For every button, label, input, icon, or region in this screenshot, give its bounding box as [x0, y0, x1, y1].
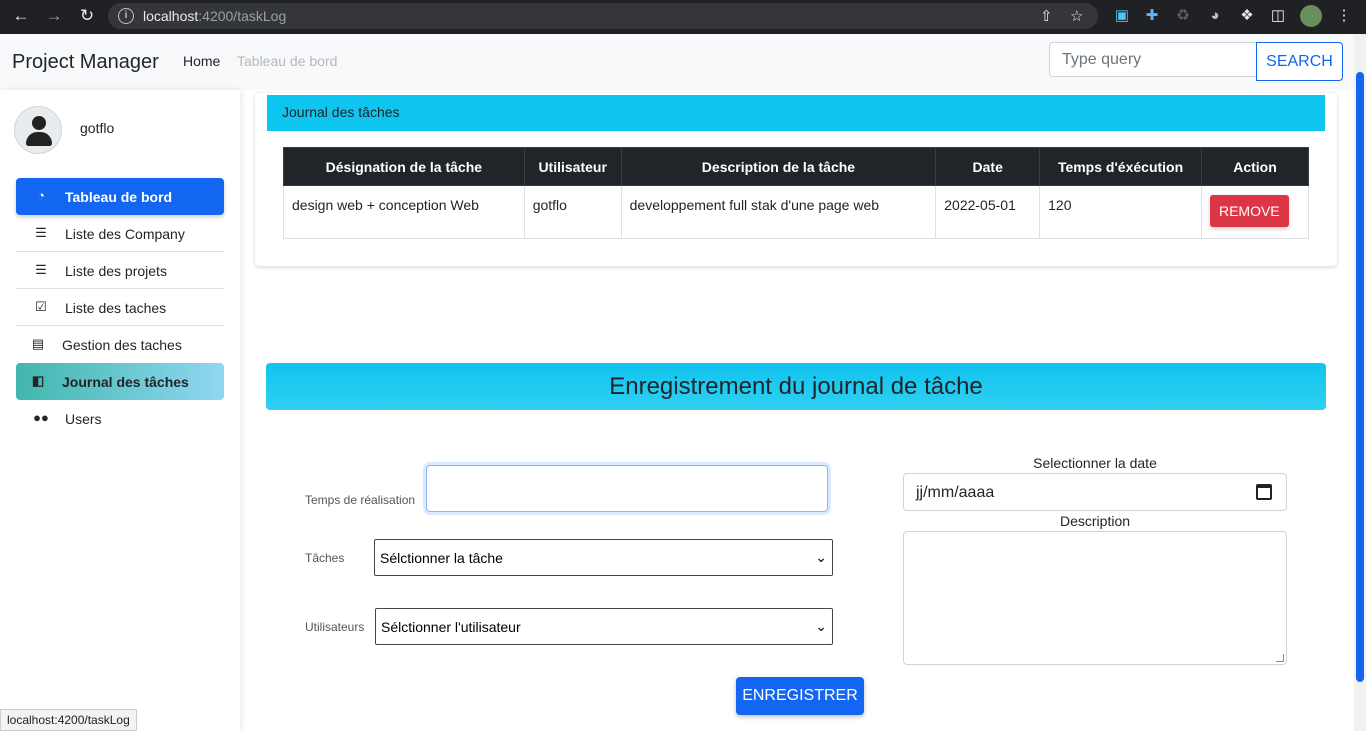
sidebar-item-label: Tableau de bord [65, 189, 173, 205]
username: gotflo [80, 120, 115, 136]
sidebar-item-projects[interactable]: ☰ Liste des projets [16, 252, 224, 289]
user-select-value: Sélctionner l'utilisateur [381, 619, 521, 635]
back-arrow-icon[interactable]: ← [10, 5, 32, 27]
task-log-table: Désignation de la tâche Utilisateur Desc… [283, 147, 1310, 239]
book-icon: ◧ [31, 373, 45, 388]
description-textarea[interactable] [903, 531, 1287, 665]
checklist-icon: ☑ [35, 299, 47, 314]
time-label: Temps de réalisation [305, 493, 416, 507]
calendar-icon[interactable] [1256, 484, 1272, 500]
resize-grip-icon[interactable] [1276, 654, 1284, 662]
sidebar-item-companies[interactable]: ☰ Liste des Company [16, 215, 224, 252]
gauge-icon: ◔ [37, 188, 45, 203]
app-navbar: Project Manager Home Tableau de bord SEA… [0, 34, 1366, 90]
url-text: localhost:4200/taskLog [143, 8, 287, 24]
sidebar-item-label: Users [65, 411, 102, 427]
list-icon: ☰ [35, 262, 47, 277]
user-select[interactable]: Sélctionner l'utilisateur ⌄ [375, 608, 833, 645]
sidebar-item-label: Gestion des taches [62, 337, 182, 353]
sidebar-item-dashboard[interactable]: ◔ Tableau de bord [16, 178, 224, 215]
extension-icon[interactable]: ✚ [1142, 6, 1162, 26]
users-icon: ●● [33, 410, 49, 425]
user-label: Utilisateurs [305, 620, 365, 634]
sidebar-item-label: Liste des taches [65, 300, 167, 316]
sidebar-item-label: Liste des Company [65, 226, 185, 242]
column-header: Utilisateur [523, 147, 622, 186]
cell-user: gotflo [523, 185, 622, 239]
page-scrollbar[interactable] [1354, 34, 1366, 731]
nav-link-home[interactable]: Home [183, 53, 220, 69]
sidebar-item-users[interactable]: ●● Users [16, 400, 224, 437]
date-input[interactable]: jj/mm/aaaa [903, 473, 1287, 511]
recycle-extension-icon[interactable]: ♻ [1173, 6, 1193, 26]
save-button[interactable]: ENREGISTRER [736, 677, 864, 715]
sidebar-item-tasks[interactable]: ☑ Liste des taches [16, 289, 224, 326]
forward-arrow-icon[interactable]: → [43, 5, 65, 27]
status-bar-url: localhost:4200/taskLog [0, 709, 137, 731]
sidebar-item-label: Liste des projets [65, 263, 167, 279]
remove-button[interactable]: REMOVE [1209, 195, 1289, 227]
cell-time: 120 [1039, 185, 1202, 239]
column-header: Date [935, 147, 1041, 186]
card-header: Journal des tâches [267, 95, 1325, 131]
task-label: Tâches [305, 551, 345, 565]
task-log-card: Journal des tâches Désignation de la tâc… [255, 93, 1337, 266]
profile-avatar[interactable] [1300, 5, 1322, 27]
chevron-down-icon: ⌄ [815, 618, 827, 634]
search-button[interactable]: SEARCH [1256, 42, 1343, 81]
address-bar[interactable]: i localhost:4200/taskLog ⇧ ☆ [108, 3, 1098, 29]
cell-date: 2022-05-01 [935, 185, 1041, 239]
sidebar-item-task-management[interactable]: ▤ Gestion des taches [16, 326, 224, 363]
browser-toolbar: ← → ↻ i localhost:4200/taskLog ⇧ ☆ ▣ ✚ ♻… [0, 0, 1366, 34]
column-header: Temps d'éxécution [1039, 147, 1202, 186]
extension-icon[interactable]: ◕ [1205, 6, 1225, 26]
sidebar-item-task-log[interactable]: ◧ Journal des tâches [16, 363, 224, 400]
task-select-value: Sélctionner la tâche [380, 550, 503, 566]
side-panel-icon[interactable]: ◫ [1268, 6, 1288, 26]
chevron-down-icon: ⌄ [815, 549, 827, 565]
search-input[interactable] [1049, 42, 1257, 77]
site-info-icon[interactable]: i [118, 8, 134, 24]
form-title-banner: Enregistrement du journal de tâche [266, 363, 1326, 410]
share-icon[interactable]: ⇧ [1040, 7, 1053, 25]
sidebar-item-label: Journal des tâches [62, 374, 189, 390]
sidebar: gotflo ◔ Tableau de bord ☰ Liste des Com… [0, 90, 240, 731]
avatar [14, 106, 62, 154]
table-row: design web + conception Web gotflo devel… [283, 185, 1310, 239]
cell-designation: design web + conception Web [283, 185, 525, 239]
nav-link-dashboard[interactable]: Tableau de bord [237, 53, 337, 69]
cell-action: REMOVE [1200, 185, 1310, 239]
column-header: Description de la tâche [620, 147, 937, 186]
puzzle-extensions-icon[interactable]: ❖ [1237, 6, 1257, 26]
menu-kebab-icon[interactable]: ⋮ [1334, 6, 1354, 26]
column-header: Action [1200, 147, 1310, 186]
date-label: Selectionner la date [1033, 455, 1157, 471]
bookmark-star-icon[interactable]: ☆ [1070, 7, 1083, 25]
scrollbar-thumb[interactable] [1356, 72, 1364, 682]
description-label: Description [1059, 513, 1131, 529]
time-input[interactable] [426, 465, 828, 512]
cell-description: developpement full stak d'une page web [620, 185, 937, 239]
date-placeholder: jj/mm/aaaa [916, 484, 995, 501]
column-header: Désignation de la tâche [283, 147, 525, 186]
clipboard-icon: ▤ [31, 336, 45, 351]
reload-icon[interactable]: ↻ [76, 5, 98, 27]
list-icon: ☰ [35, 225, 47, 240]
extension-icon[interactable]: ▣ [1112, 6, 1132, 26]
table-header-row: Désignation de la tâche Utilisateur Desc… [283, 147, 1310, 186]
task-select[interactable]: Sélctionner la tâche ⌄ [374, 539, 833, 576]
brand-title[interactable]: Project Manager [12, 51, 159, 74]
